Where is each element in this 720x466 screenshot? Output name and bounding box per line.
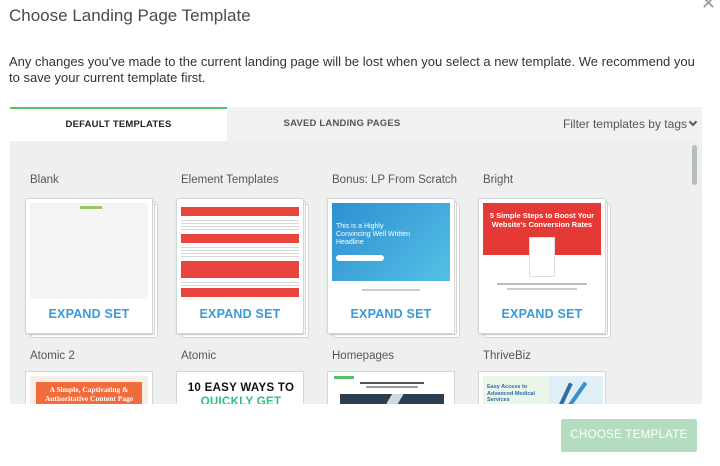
template-tabs: DEFAULT TEMPLATES SAVED LANDING PAGES Fi… — [10, 107, 702, 141]
expand-set-button[interactable]: EXPAND SET — [177, 307, 303, 321]
template-set-card[interactable]: Bonus: LP From Scratch This is a Highly … — [327, 173, 460, 338]
template-thumbnail: This is a Highly Convincing Well Written… — [332, 203, 450, 299]
template-set-card[interactable]: Element Templates EXPAND SET — [176, 173, 309, 338]
thumbnail-headline: 10 EASY WAYS TO — [187, 382, 295, 394]
filter-label: Filter templates by tags — [562, 117, 687, 131]
thumbnail-headline: This is a Highly Convincing Well Written… — [336, 223, 411, 246]
template-set-card[interactable]: Blank EXPAND SET — [25, 173, 158, 338]
close-icon[interactable]: ✕ — [701, 0, 716, 12]
tab-default-templates[interactable]: DEFAULT TEMPLATES — [10, 107, 227, 141]
template-set-card[interactable]: Atomic 2 A Simple, Captivating & Authori… — [25, 349, 158, 404]
modal-title: Choose Landing Page Template — [9, 6, 251, 25]
template-set-name: Atomic 2 — [30, 350, 75, 362]
filter-by-tags-dropdown[interactable]: Filter templates by tags — [562, 107, 698, 141]
choose-template-modal: Choose Landing Page Template ✕ Any chang… — [0, 0, 720, 466]
template-set-name: Atomic — [181, 350, 217, 362]
template-set-card[interactable]: Atomic 10 EASY WAYS TO QUICKLY GET MORE — [176, 349, 309, 404]
chevron-down-icon — [688, 117, 698, 127]
template-thumbnail: 5 Simple Steps to Boost Your Website's C… — [483, 203, 601, 299]
template-set-name: Element Templates — [181, 174, 279, 186]
template-thumbnail — [30, 203, 148, 299]
tab-saved-landing-pages[interactable]: SAVED LANDING PAGES — [227, 107, 457, 141]
template-set-card[interactable]: Bright 5 Simple Steps to Boost Your Webs… — [478, 173, 611, 338]
thumbnail-subline: QUICKLY GET MORE — [200, 396, 282, 404]
template-set-card[interactable]: Homepages — [327, 349, 460, 404]
template-thumbnail — [181, 203, 299, 299]
template-set-name: Bonus: LP From Scratch — [332, 174, 458, 186]
warning-notice: Any changes you've made to the current l… — [9, 54, 695, 85]
thumbnail-headline: 5 Simple Steps to Boost Your Website's C… — [489, 211, 595, 229]
template-set-card[interactable]: ThriveBiz Easy Access to Advanced Medica… — [478, 349, 611, 404]
template-set-name: Blank — [30, 174, 59, 186]
template-set-name: Homepages — [332, 350, 395, 362]
template-set-name: ThriveBiz — [483, 350, 531, 362]
template-set-name: Bright — [483, 174, 514, 186]
scrollbar[interactable] — [692, 145, 697, 185]
expand-set-button[interactable]: EXPAND SET — [26, 307, 152, 321]
thumbnail-headline: Easy Access to Advanced Medical Services — [487, 384, 535, 403]
thumbnail-headline: A Simple, Captivating & Authoritative Co… — [44, 385, 134, 403]
choose-template-button[interactable]: CHOOSE TEMPLATE — [561, 419, 697, 452]
expand-set-button[interactable]: EXPAND SET — [479, 307, 605, 321]
expand-set-button[interactable]: EXPAND SET — [328, 307, 454, 321]
templates-panel[interactable]: Blank EXPAND SET Element Templates EXPAN… — [10, 141, 702, 404]
